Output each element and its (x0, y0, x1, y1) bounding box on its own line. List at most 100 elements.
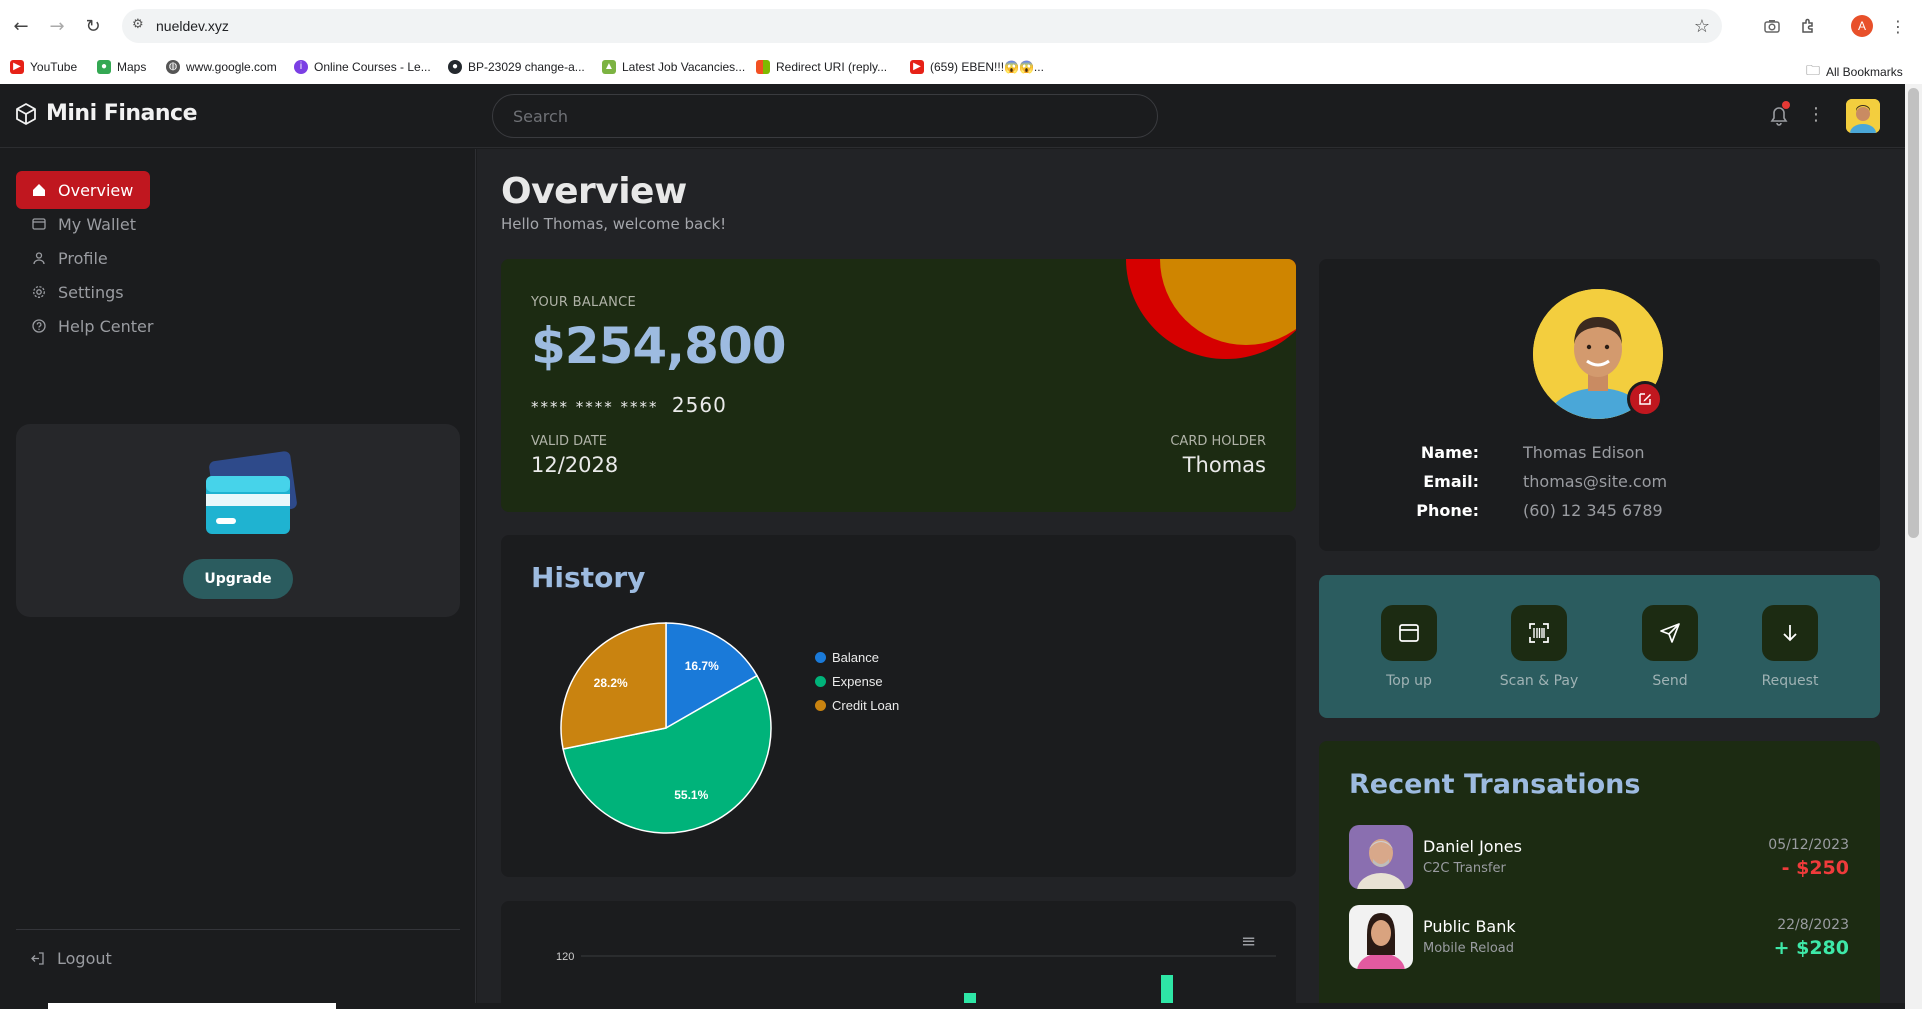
sidebar-item-profile[interactable]: Profile (16, 239, 150, 277)
bookmark-online-courses[interactable]: i Online Courses - Le... (294, 60, 431, 74)
request-button[interactable]: Request (1730, 605, 1850, 689)
history-title: History (531, 561, 646, 594)
all-bookmarks[interactable]: 🗀 All Bookmarks (1806, 60, 1903, 84)
profile-card: Name: Thomas Edison Email: thomas@site.c… (1319, 259, 1880, 551)
browser-profile-avatar[interactable]: A (1851, 15, 1873, 37)
request-icon-button[interactable] (1762, 605, 1818, 661)
maps-icon: ● (97, 60, 111, 74)
app-name: Mini Finance (46, 101, 198, 126)
back-icon[interactable]: ← (8, 13, 34, 39)
bookmark-redirect-uri[interactable]: Redirect URI (reply... (756, 60, 887, 74)
balance-card: YOUR BALANCE $254,800 **** **** **** 256… (501, 259, 1296, 512)
bookmark-google[interactable]: ◍ www.google.com (166, 60, 277, 74)
bookmark-github[interactable]: ● BP-23029 change-a... (448, 60, 585, 74)
pie-data-label: 16.7% (685, 659, 719, 673)
sidebar-item-my-wallet[interactable]: My Wallet (16, 205, 150, 243)
bookmark-youtube[interactable]: ▶ YouTube (10, 60, 77, 74)
extensions-icon[interactable] (1796, 14, 1820, 38)
transaction-name: Public Bank (1423, 917, 1516, 936)
bar-chart: 120 (556, 951, 1276, 1009)
top-up-icon-button[interactable] (1381, 605, 1437, 661)
profile-name-value: Thomas Edison (1523, 443, 1645, 462)
transaction-row[interactable]: Public Bank Mobile Reload 22/8/2023 + $2… (1349, 905, 1849, 969)
legend-item[interactable]: Expense (815, 669, 899, 693)
sidebar-item-help-center[interactable]: Help Center (16, 307, 176, 345)
browser-chrome: ← → ↻ ⚙ nueldev.xyz ☆ A ⋮ ▶ YouTube ● Maps… (0, 0, 1922, 84)
top-up-button[interactable]: Top up (1349, 605, 1469, 689)
card-brand-circles (1126, 259, 1296, 359)
barcode-scan-icon (1529, 623, 1549, 643)
legend-marker (815, 699, 826, 711)
wallet-icon (1399, 624, 1419, 642)
camera-icon[interactable] (1760, 14, 1784, 38)
scrollbar-thumb[interactable] (1908, 88, 1919, 538)
upgrade-card: Upgrade (16, 424, 460, 617)
microsoft-icon (756, 60, 770, 74)
forward-icon[interactable]: → (44, 13, 70, 39)
transaction-avatar (1349, 825, 1413, 889)
profile-email-label: Email: (1423, 472, 1479, 491)
transaction-amount: + $280 (1773, 937, 1849, 959)
transactions-title: Recent Transations (1349, 769, 1641, 800)
page-scrollbar[interactable] (1905, 84, 1922, 1009)
sidebar-item-label: Profile (58, 248, 108, 268)
avatar-daniel (1349, 825, 1413, 889)
card-number: **** **** **** 2560 (531, 393, 727, 417)
bookmark-star-icon[interactable]: ☆ (1694, 16, 1710, 37)
credit-cards-illustration (206, 451, 297, 534)
profile-email-row: Email: thomas@site.com (1359, 472, 1667, 491)
sidebar-divider (16, 929, 460, 930)
address-bar[interactable]: ⚙ nueldev.xyz ☆ (122, 9, 1722, 43)
upgrade-button[interactable]: Upgrade (183, 559, 293, 599)
legend-item[interactable]: Balance (815, 645, 899, 669)
action-label: Top up (1386, 673, 1432, 689)
scan-pay-icon-button[interactable] (1511, 605, 1567, 661)
transaction-name: Daniel Jones (1423, 837, 1522, 856)
legend-marker (815, 651, 826, 663)
profile-phone-value: (60) 12 345 6789 (1523, 501, 1663, 520)
youtube-icon: ▶ (910, 60, 924, 74)
logout-button[interactable]: Logout (30, 949, 112, 968)
sidebar-item-settings[interactable]: Settings (16, 273, 150, 311)
github-icon: ● (448, 60, 462, 74)
send-icon-button[interactable] (1642, 605, 1698, 661)
more-vertical-icon[interactable]: ⋮ (1807, 104, 1825, 125)
bookmark-eben-video[interactable]: ▶ (659) EBEN!!!😱😱... (910, 60, 1044, 74)
search-box[interactable] (492, 94, 1158, 138)
send-button[interactable]: Send (1610, 605, 1730, 689)
action-label: Request (1761, 673, 1819, 689)
edit-profile-button[interactable] (1627, 381, 1663, 417)
history-card: History 16.7% 55.1% 28.2% Balance Expense Cr… (501, 535, 1296, 877)
user-icon (33, 252, 45, 265)
bar-chart-card: 120 ≡ (501, 901, 1296, 1009)
transaction-date: 05/12/2023 (1768, 837, 1849, 853)
browser-menu-icon[interactable]: ⋮ (1886, 14, 1910, 38)
card-holder-label: CARD HOLDER (1170, 434, 1266, 449)
reload-icon[interactable]: ↻ (80, 13, 106, 39)
legend-label: Balance (832, 649, 879, 665)
gear-icon (33, 286, 45, 298)
chart-menu-icon[interactable]: ≡ (1241, 931, 1256, 952)
app-header: Mini Finance ⋮ (0, 84, 1905, 148)
pie-data-label: 28.2% (594, 676, 628, 690)
sidebar-item-overview[interactable]: Overview (16, 171, 150, 209)
profile-phone-label: Phone: (1416, 501, 1479, 520)
balance-label: YOUR BALANCE (531, 295, 637, 310)
bookmarks-bar: ▶ YouTube ● Maps ◍ www.google.com i Online C… (0, 52, 1922, 84)
profile-name-row: Name: Thomas Edison (1359, 443, 1645, 462)
legend-item[interactable]: Credit Loan (815, 693, 899, 717)
search-input[interactable] (493, 95, 1157, 137)
bookmark-jobs[interactable]: ▲ Latest Job Vacancies... (602, 60, 745, 74)
page-title: Overview (501, 171, 687, 212)
bookmark-maps[interactable]: ● Maps (97, 60, 146, 74)
site-info-icon[interactable]: ⚙ (132, 17, 150, 35)
send-icon (1660, 623, 1680, 643)
app-logo[interactable]: Mini Finance (14, 101, 198, 126)
transaction-row[interactable]: Daniel Jones C2C Transfer 05/12/2023 - $… (1349, 825, 1849, 889)
arrow-down-icon (1783, 625, 1797, 642)
user-avatar[interactable] (1846, 99, 1880, 133)
scan-pay-button[interactable]: Scan & Pay (1479, 605, 1599, 689)
address-url[interactable]: nueldev.xyz (156, 18, 229, 34)
action-label: Scan & Pay (1499, 673, 1579, 689)
card-holder-value: Thomas (1182, 453, 1266, 477)
